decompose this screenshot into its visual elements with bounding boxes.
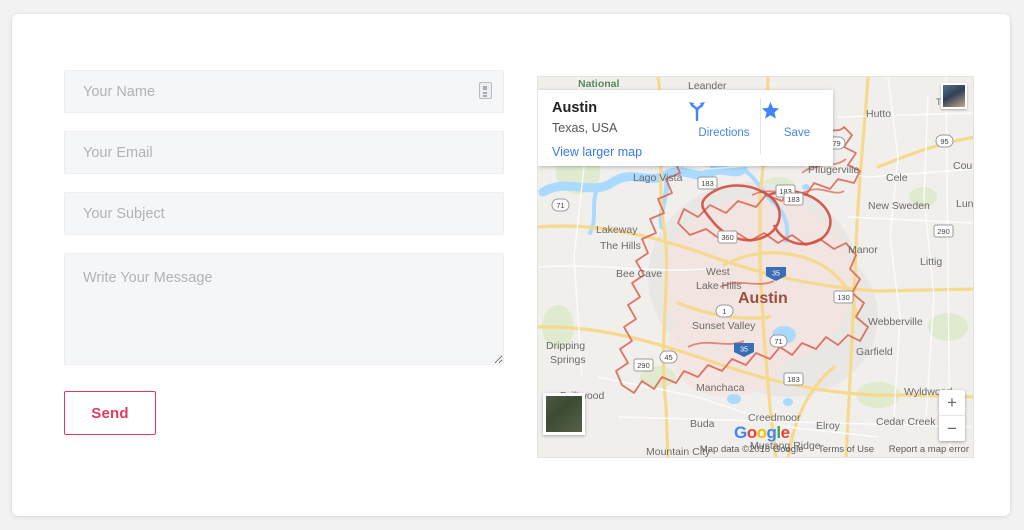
email-field-wrap [64,131,504,174]
content-card: Send [12,14,1010,516]
svg-text:Cele: Cele [886,172,908,184]
svg-text:Littig: Littig [920,256,942,268]
email-input[interactable] [64,131,504,174]
svg-text:Elroy: Elroy [816,420,841,432]
svg-text:1: 1 [722,307,726,316]
svg-text:45: 45 [664,353,672,362]
page-background: Send [0,0,1024,530]
map-info-card: Austin Texas, USA View larger map Direct… [538,90,833,166]
save-button[interactable]: Save [760,98,833,154]
terms-of-use-link[interactable]: Terms of Use [818,444,874,455]
svg-text:Coupl: Coupl [953,160,974,172]
message-textarea[interactable] [64,253,504,365]
report-map-error-link[interactable]: Report a map error [889,444,969,455]
svg-text:Lakeway: Lakeway [596,224,638,236]
zoom-in-button[interactable]: + [939,390,965,415]
svg-text:Buda: Buda [690,418,715,430]
subject-input[interactable] [64,192,504,235]
svg-text:Sunset Valley: Sunset Valley [692,320,756,332]
save-label: Save [783,127,811,139]
google-logo-o1: o [746,423,757,442]
svg-text:New Sweden: New Sweden [868,200,930,212]
svg-text:Webberville: Webberville [868,316,923,328]
id-card-icon [479,82,492,99]
directions-icon [688,101,760,127]
google-logo-e: e [780,423,790,442]
svg-text:Hutto: Hutto [866,108,891,120]
contact-form: Send [64,70,504,435]
svg-text:71: 71 [774,337,782,346]
svg-text:West: West [706,266,730,278]
subject-field-wrap [64,192,504,235]
svg-text:Manor: Manor [848,244,878,256]
svg-text:290: 290 [637,361,650,370]
svg-text:35: 35 [772,271,780,278]
svg-text:130: 130 [837,293,850,302]
svg-text:183: 183 [787,375,800,384]
svg-text:183: 183 [787,195,800,204]
zoom-out-button[interactable]: − [939,415,965,441]
svg-text:National: National [578,78,620,90]
svg-text:Dripping: Dripping [546,340,585,352]
svg-text:290: 290 [937,227,950,236]
svg-text:79: 79 [832,139,840,148]
svg-text:71: 71 [556,201,564,210]
svg-text:Manchaca: Manchaca [696,382,745,394]
map-zoom-controls: + − [939,390,965,441]
svg-text:Cedar Creek: Cedar Creek [876,416,936,428]
satellite-thumbnail[interactable] [543,393,585,435]
svg-text:Springs: Springs [550,354,586,366]
svg-text:35: 35 [740,347,748,354]
svg-text:95: 95 [940,137,948,146]
directions-label: Directions [698,127,750,139]
svg-text:Lake Hills: Lake Hills [696,280,742,292]
google-logo-o2: o [756,423,767,442]
map-data-text: Map data ©2018 Google [699,444,804,455]
google-logo-g1: G [734,423,747,442]
map-info-actions: Directions Save [688,98,833,154]
send-button[interactable]: Send [64,391,156,435]
google-map[interactable]: National Leander Hutto Taylor Pflugervil… [537,76,974,458]
name-input[interactable] [64,70,504,113]
svg-text:183: 183 [701,179,714,188]
google-logo-g2: g [766,423,777,442]
star-icon [761,101,833,127]
svg-text:360: 360 [721,233,734,242]
google-logo[interactable]: Google [734,424,790,441]
svg-text:Lago Vista: Lago Vista [633,172,683,184]
svg-text:Lund: Lund [956,198,974,210]
name-field-wrap [64,70,504,113]
svg-text:Garfield: Garfield [856,346,893,358]
street-view-thumbnail[interactable] [941,83,967,109]
map-attribution: Map data ©2018 Google Terms of Use Repor… [688,444,969,455]
svg-text:The Hills: The Hills [600,240,641,252]
svg-text:Bee Cave: Bee Cave [616,268,662,280]
directions-button[interactable]: Directions [688,98,760,154]
svg-text:Austin: Austin [738,290,788,307]
